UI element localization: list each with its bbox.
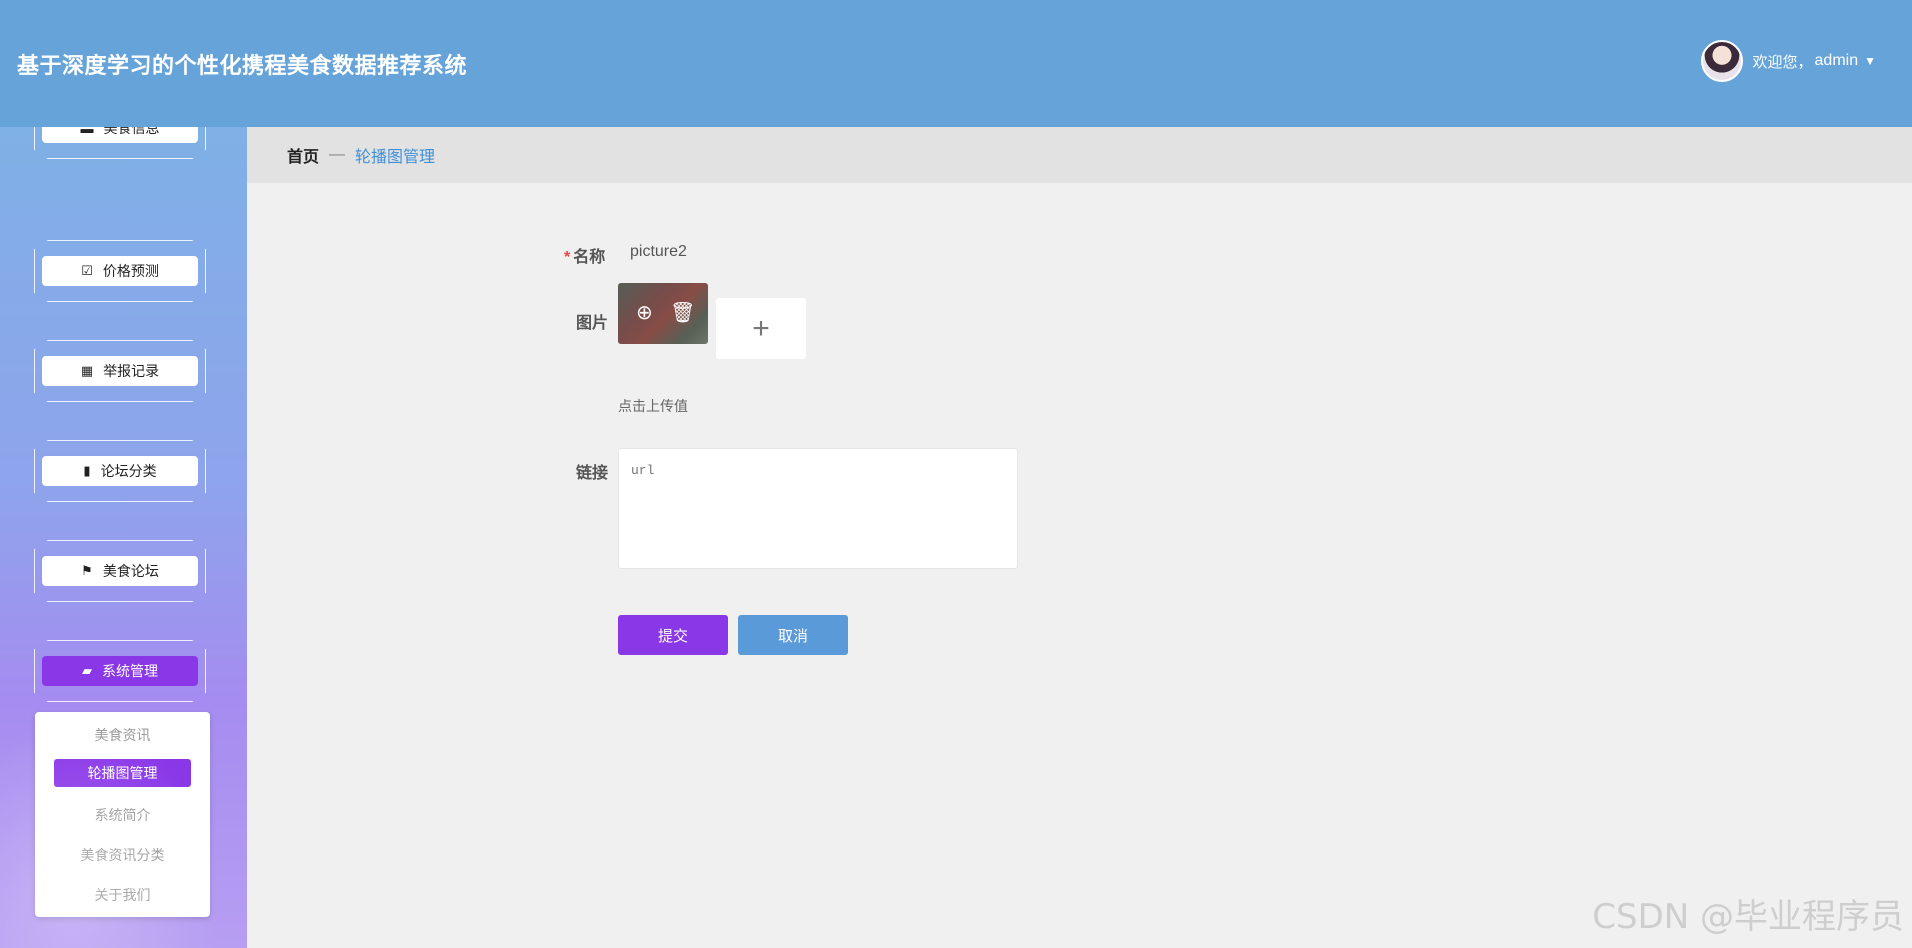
uploaded-image-thumbnail[interactable]: ⊕ 🗑 bbox=[618, 283, 708, 344]
system-submenu: 美食资讯 轮播图管理 系统简介 美食资讯分类 关于我们 bbox=[35, 712, 210, 917]
cancel-button[interactable]: 取消 bbox=[738, 615, 848, 655]
breadcrumb: 首页 — 轮播图管理 bbox=[247, 127, 1912, 183]
link-label: 链接 bbox=[576, 465, 609, 482]
name-label: * 名称 bbox=[564, 249, 606, 266]
clipboard-check-icon: ☑ bbox=[81, 263, 93, 278]
sidebar-item-forum-category[interactable]: ▮ 论坛分类 bbox=[34, 440, 206, 502]
grid-icon: ▦ bbox=[80, 363, 94, 378]
sidebar-item-food-forum[interactable]: ⚑ 美食论坛 bbox=[34, 540, 206, 602]
sidebar-item-price-forecast[interactable]: ☑ 价格预测 bbox=[34, 240, 206, 302]
required-mark: * bbox=[564, 249, 571, 266]
sidebar-item-label: 美食论坛 bbox=[102, 563, 159, 579]
upload-hint: 点击上传值 bbox=[618, 398, 688, 414]
sidebar-item-report-records[interactable]: ▦ 举报记录 bbox=[34, 340, 206, 402]
username[interactable]: admin bbox=[1815, 52, 1859, 70]
list-icon: ▬ bbox=[80, 127, 94, 136]
trash-icon[interactable]: 🗑 bbox=[670, 300, 695, 325]
sidebar-item-label: 论坛分类 bbox=[100, 463, 157, 479]
submenu-item-food-news-category[interactable]: 美食资讯分类 bbox=[35, 841, 210, 869]
chevron-down-icon[interactable]: ▼ bbox=[1864, 54, 1876, 68]
sidebar-item-system-management[interactable]: ▰ 系统管理 bbox=[34, 640, 206, 702]
breadcrumb-home[interactable]: 首页 bbox=[287, 143, 319, 167]
submenu-item-carousel-management[interactable]: 轮播图管理 bbox=[54, 759, 191, 787]
plus-icon: + bbox=[752, 311, 770, 345]
image-label: 图片 bbox=[576, 315, 609, 332]
user-menu[interactable]: 欢迎您， admin ▼ bbox=[1700, 40, 1876, 82]
sidebar-item-label: 价格预测 bbox=[102, 263, 159, 279]
bar-chart-icon: ▮ bbox=[83, 463, 91, 478]
sidebar-item-label: 美食信息 bbox=[103, 127, 160, 136]
upload-button[interactable]: + bbox=[716, 298, 806, 359]
submenu-item-about-us[interactable]: 关于我们 bbox=[35, 881, 210, 909]
breadcrumb-separator: — bbox=[329, 146, 346, 163]
watermark: CSDN @毕业程序员 bbox=[1592, 897, 1904, 937]
app-title: 基于深度学习的个性化携程美食数据推荐系统 bbox=[17, 53, 468, 78]
sidebar-item-label: 举报记录 bbox=[103, 363, 160, 379]
link-input[interactable] bbox=[618, 448, 1018, 569]
sidebar-item-label: 系统管理 bbox=[102, 663, 158, 679]
flag-icon: ⚑ bbox=[81, 563, 93, 578]
sidebar-item-food-info[interactable]: ▬ 美食信息 bbox=[34, 127, 206, 159]
submenu-item-system-intro[interactable]: 系统简介 bbox=[35, 801, 210, 829]
avatar[interactable] bbox=[1700, 40, 1743, 82]
zoom-in-icon[interactable]: ⊕ bbox=[636, 300, 653, 325]
submenu-item-food-news[interactable]: 美食资讯 bbox=[35, 721, 210, 749]
submit-button[interactable]: 提交 bbox=[618, 615, 728, 655]
top-header: 基于深度学习的个性化携程美食数据推荐系统 欢迎您， admin ▼ bbox=[0, 0, 1912, 127]
name-value: picture2 bbox=[630, 243, 687, 260]
welcome-text: 欢迎您， bbox=[1752, 53, 1813, 71]
briefcase-icon: ▰ bbox=[82, 663, 92, 678]
breadcrumb-current: 轮播图管理 bbox=[355, 149, 436, 166]
sidebar: ▬ 美食信息 ☑ 价格预测 ▦ 举报记录 ▮ 论坛分类 ⚑ 美食论坛 ▰ 系统管… bbox=[0, 127, 247, 948]
